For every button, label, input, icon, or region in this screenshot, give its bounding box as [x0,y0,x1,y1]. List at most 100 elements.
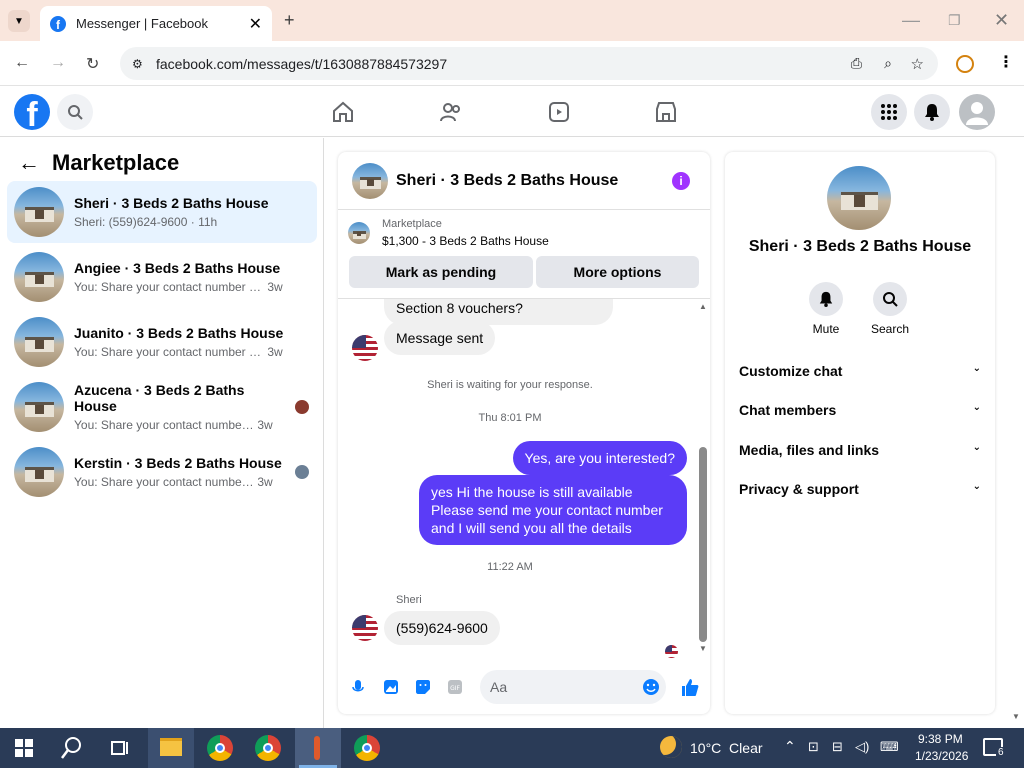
search-icon [883,292,898,307]
network-icon[interactable]: ⊡ [808,739,819,755]
tray-overflow-icon[interactable]: ⌃ [784,738,796,755]
tab-list-button[interactable]: ▼ [8,10,30,32]
search-action[interactable]: Search [860,282,920,336]
close-window-button[interactable]: ✕ [994,10,1009,30]
sender-name: Sheri [396,594,422,606]
task-view-icon[interactable] [106,734,134,762]
gif-icon[interactable]: GIF [447,679,463,695]
minimize-button[interactable]: — [902,10,920,30]
conversation-item-juanito[interactable]: Juanito · 3 Beds 2 Baths House You: Shar… [7,311,317,373]
account-avatar[interactable] [959,94,995,130]
customize-chat-section[interactable]: Customize chat ⌄ [739,363,981,379]
weather-text[interactable]: 10°C Clear [690,740,763,756]
more-options-button[interactable]: More options [536,256,699,288]
wifi-icon[interactable]: ⊟ [832,739,843,755]
menu-button[interactable] [871,94,907,130]
scroll-up-icon[interactable]: ▲ [699,302,707,311]
listing-avatar [14,447,64,497]
install-icon[interactable]: ⎙ [851,55,862,72]
mark-as-pending-button[interactable]: Mark as pending [349,256,533,288]
conversation-item-azucena[interactable]: Azucena · 3 Beds 2 Baths House You: Shar… [7,376,317,438]
chat-members-section[interactable]: Chat members ⌄ [739,402,981,418]
new-tab-button[interactable]: + [284,10,295,30]
profile-avatar[interactable] [827,166,891,230]
outgoing-message[interactable]: yes Hi the house is still available Plea… [419,475,687,545]
microphone-icon[interactable] [350,679,366,695]
message-thread: Section 8 vouchers? Message sent Sheri i… [338,298,710,658]
mute-action[interactable]: Mute [796,282,856,336]
message-input-placeholder: Aa [490,679,508,695]
windows-start-icon[interactable] [10,734,38,762]
search-icon [68,105,83,120]
section-label: Media, files and links [739,442,880,458]
active-app-icon[interactable] [295,728,341,768]
marketplace-icon[interactable] [654,100,678,124]
reload-icon[interactable]: ↻ [86,54,99,74]
scrollbar-thumb[interactable] [699,447,707,642]
weather-moon-icon[interactable] [660,736,682,758]
listing-label: Marketplace [382,218,442,230]
notification-count-badge: 6 [996,747,1006,758]
incoming-message[interactable]: Message sent [384,321,496,355]
incoming-message[interactable]: (559)624-9600 [384,611,500,645]
chevron-down-icon: ⌄ [972,402,981,413]
message-scrollbar[interactable]: ▲ ▼ [699,302,707,653]
conversation-item-angiee[interactable]: Angiee · 3 Beds 2 Baths House You: Share… [7,246,317,308]
url-field[interactable]: ⚙ facebook.com/messages/t/16308878845732… [120,47,938,80]
bookmark-star-icon[interactable]: ☆ [911,55,924,73]
search-icon[interactable] [58,734,86,762]
chrome-alt-profile-icon[interactable] [354,735,380,761]
conversation-preview: You: Share your contact number a... [74,475,254,489]
sender-avatar [352,615,378,641]
emoji-icon[interactable] [642,678,660,696]
clock-date[interactable]: 1/23/2026 [915,749,968,763]
notifications-button[interactable] [914,94,950,130]
facebook-favicon-icon: f [50,15,66,32]
clock-time[interactable]: 9:38 PM [918,732,963,746]
message-input[interactable]: Aa [480,670,666,704]
search-button[interactable] [57,94,93,130]
keyboard-icon[interactable]: ⌨ [880,739,899,755]
info-icon[interactable]: i [672,172,690,190]
privacy-support-section[interactable]: Privacy & support ⌄ [739,481,981,497]
chat-header: Sheri · 3 Beds 2 Baths House i [338,152,710,210]
chrome-profile-icon[interactable] [255,735,281,761]
sticker-icon[interactable] [415,679,431,695]
browser-menu-icon[interactable]: ⋮ [998,52,1014,72]
chat-title[interactable]: Sheri · 3 Beds 2 Baths House [396,172,618,190]
facebook-logo-icon[interactable]: f [14,94,50,130]
listing-summary[interactable]: Marketplace $1,300 - 3 Beds 2 Baths Hous… [348,218,549,248]
restore-button[interactable]: ❐ [948,10,961,30]
mute-label: Mute [812,322,840,336]
scroll-down-icon[interactable]: ▼ [699,644,707,653]
waiting-notice: Sheri is waiting for your response. [427,379,593,391]
back-arrow-icon[interactable]: ← [18,150,40,176]
friends-icon[interactable] [439,100,463,124]
browser-tab[interactable]: f Messenger | Facebook ✕ [40,6,272,41]
chat-avatar[interactable] [352,162,388,199]
home-icon[interactable] [331,100,355,124]
profile-icon[interactable] [956,55,974,73]
conversation-item-kerstin[interactable]: Kerstin · 3 Beds 2 Baths House You: Shar… [7,441,317,503]
tab-close-icon[interactable]: ✕ [249,14,262,34]
conversation-item-sheri[interactable]: Sheri · 3 Beds 2 Baths House Sheri: (559… [7,181,317,243]
back-icon[interactable]: ← [14,54,30,72]
listing-avatar [14,382,64,432]
site-info-icon[interactable]: ⚙ [132,57,143,71]
like-thumbs-up-icon[interactable] [680,677,700,697]
video-icon[interactable] [547,100,571,124]
volume-icon[interactable]: ◁) [855,739,869,755]
participant-avatar [295,400,309,414]
chevron-down-icon: ⌄ [972,442,981,453]
file-explorer-icon[interactable] [148,728,194,768]
photo-icon[interactable] [383,679,399,695]
conversation-name: Angiee · 3 Beds 2 Baths House [74,260,281,276]
zoom-icon[interactable]: ⌕ [884,55,892,72]
conversation-name: Azucena · 3 Beds 2 Baths House [74,382,245,414]
page-scroll-down-icon[interactable]: ▼ [1012,712,1020,721]
section-label: Privacy & support [739,481,859,497]
outgoing-message[interactable]: Yes, are you interested? [512,441,687,475]
media-files-links-section[interactable]: Media, files and links ⌄ [739,442,981,458]
forward-icon[interactable]: → [50,54,66,72]
chrome-icon[interactable] [207,735,233,761]
